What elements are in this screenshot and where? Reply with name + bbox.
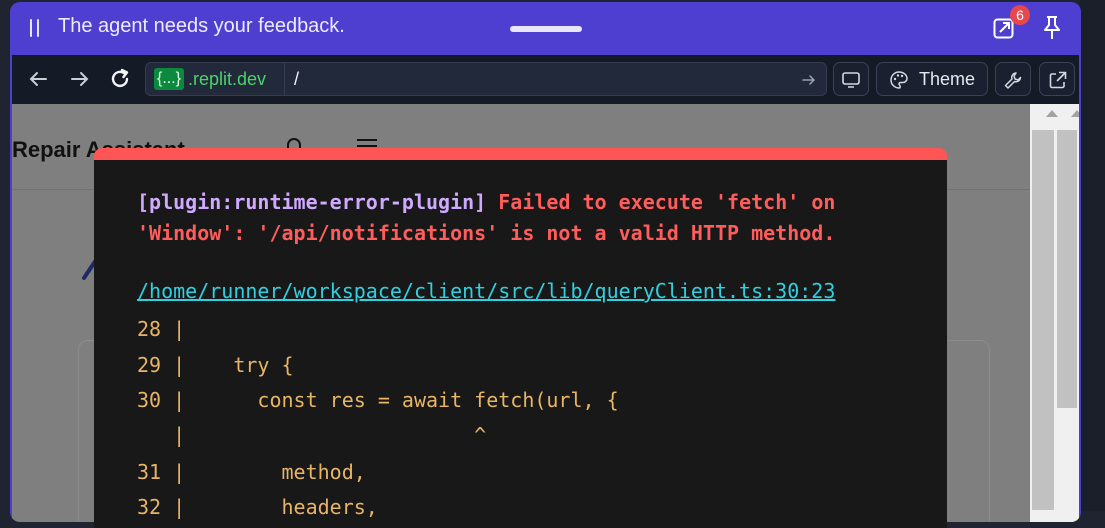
- error-message-line-1: [plugin:runtime-error-plugin] Failed to …: [137, 190, 835, 214]
- error-plugin-name: [plugin:runtime-error-plugin]: [137, 190, 487, 214]
- scrollbar-thumb[interactable]: [1032, 130, 1054, 510]
- agent-feedback-bar: The agent needs your feedback.: [10, 2, 1081, 54]
- go-arrow-icon[interactable]: [801, 72, 817, 88]
- forward-arrow-icon[interactable]: [68, 67, 92, 91]
- code-frame-line: | ^: [137, 423, 487, 447]
- replit-domain-badge: {...}: [154, 68, 185, 90]
- pin-icon[interactable]: [1040, 15, 1064, 41]
- scrollbar-thumb-secondary[interactable]: [1057, 130, 1077, 408]
- outer-background: [1080, 0, 1105, 511]
- drag-handle[interactable]: [510, 26, 582, 32]
- palette-icon: [890, 71, 908, 89]
- url-bar[interactable]: {...} .replit.dev /: [145, 62, 827, 96]
- error-message-text: Failed to execute 'fetch' on: [498, 190, 836, 214]
- agent-feedback-message: The agent needs your feedback.: [58, 15, 345, 37]
- refresh-icon[interactable]: [108, 67, 132, 91]
- devtools-button[interactable]: [995, 62, 1031, 96]
- open-new-tab-button[interactable]: [1039, 62, 1075, 96]
- code-frame-line: 29 | try {: [137, 353, 294, 377]
- url-domain-section: {...} .replit.dev: [146, 63, 285, 95]
- code-frame-line: 32 | headers,: [137, 495, 378, 519]
- theme-label: Theme: [919, 69, 976, 89]
- error-message-line-2: 'Window': '/api/notifications' is not a …: [137, 221, 836, 245]
- external-link-icon: [1049, 71, 1067, 89]
- code-frame-line: 28 |: [137, 317, 186, 341]
- back-arrow-icon[interactable]: [26, 67, 50, 91]
- url-path-input[interactable]: /: [294, 68, 299, 90]
- scroll-up-button-secondary[interactable]: [1067, 110, 1079, 117]
- devtools-error-count-badge: 6: [1010, 5, 1030, 25]
- monitor-icon: [842, 72, 860, 88]
- url-domain: .replit.dev: [188, 69, 267, 89]
- scroll-up-button[interactable]: [1042, 110, 1062, 117]
- browser-toolbar: {...} .replit.dev / Theme: [12, 55, 1079, 104]
- runtime-error-overlay: [plugin:runtime-error-plugin] Failed to …: [94, 148, 947, 528]
- code-frame-line: 30 | const res = await fetch(url, {: [137, 388, 619, 412]
- pause-icon[interactable]: [28, 19, 40, 37]
- wrench-icon: [1004, 72, 1022, 89]
- code-frame-line: 31 | method,: [137, 460, 366, 484]
- theme-button[interactable]: Theme: [876, 62, 988, 96]
- device-preview-button[interactable]: [833, 62, 869, 96]
- error-file-link[interactable]: /home/runner/workspace/client/src/lib/qu…: [137, 279, 835, 303]
